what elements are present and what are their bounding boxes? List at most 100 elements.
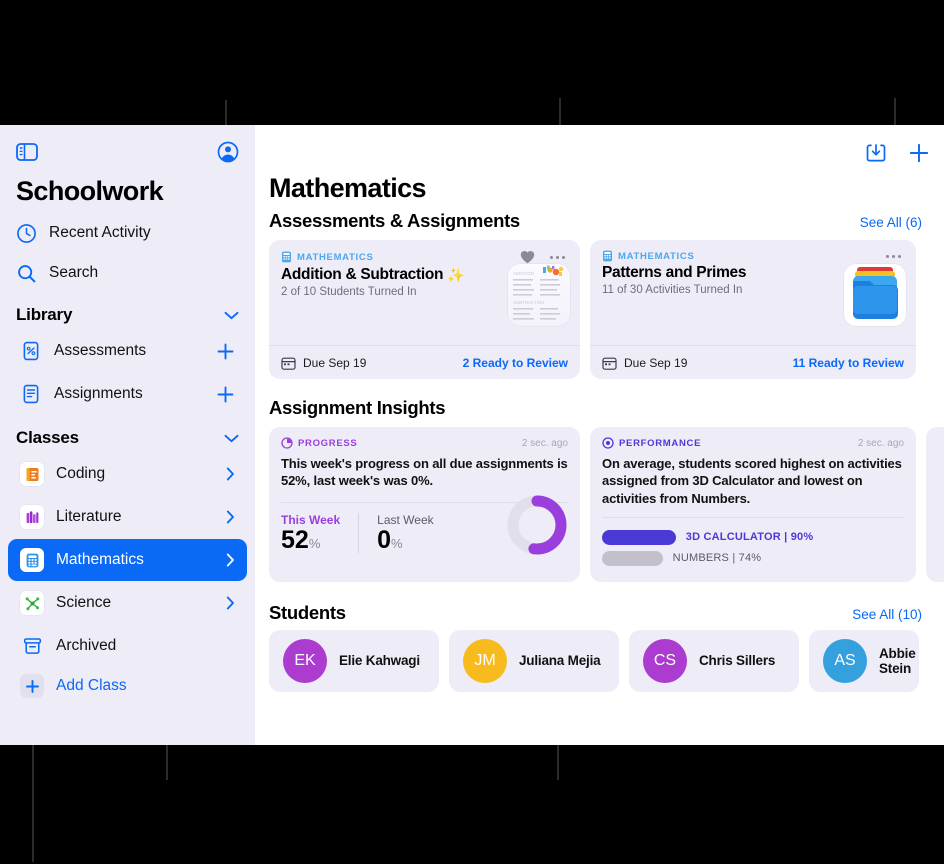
stat-value: 0% bbox=[377, 525, 433, 554]
add-class-label: Add Class bbox=[56, 677, 127, 694]
bar-fill bbox=[602, 529, 676, 545]
avatar: AS bbox=[823, 638, 867, 683]
calculator-small-icon bbox=[602, 250, 613, 262]
bar-value: 90% bbox=[790, 531, 814, 544]
bar-separator: | bbox=[732, 552, 736, 565]
progress-stats: This Week 52% Last Week 0% bbox=[281, 495, 568, 555]
performance-tag-label: PERFORMANCE bbox=[619, 437, 702, 449]
student-name: Juliana Mejia bbox=[519, 653, 601, 669]
progress-circle-icon bbox=[281, 437, 293, 449]
stat-label: Last Week bbox=[377, 512, 434, 527]
sidebar-item-coding[interactable]: Coding bbox=[8, 453, 247, 495]
assignment-card-body: MATHEMATICS Patterns and Primes 11 of 30… bbox=[590, 240, 916, 345]
sidebar-item-science[interactable]: Science bbox=[8, 582, 247, 624]
coding-app-icon bbox=[20, 462, 44, 486]
students-card-row: EK Elie Kahwagi JM Juliana Mejia CS Chri… bbox=[255, 629, 944, 692]
add-class-button[interactable]: Add Class bbox=[8, 668, 247, 704]
student-name: Abbie Stein bbox=[879, 645, 916, 676]
progress-tag-label: PROGRESS bbox=[298, 437, 358, 449]
sidebar-item-label: Recent Activity bbox=[49, 224, 151, 241]
assessments-heading: Assessments & Assignments bbox=[269, 210, 520, 231]
chevron-down-icon[interactable] bbox=[224, 311, 239, 320]
calculator-small-icon bbox=[281, 251, 292, 263]
sidebar-item-search[interactable]: Search bbox=[0, 253, 255, 293]
calculator-app-icon bbox=[20, 548, 44, 572]
sidebar-section-classes[interactable]: Classes bbox=[0, 416, 255, 452]
sidebar: Schoolwork Recent Activity Search Librar… bbox=[0, 125, 255, 745]
card-more-menu-button[interactable] bbox=[547, 253, 568, 262]
bar-separator: | bbox=[784, 531, 788, 544]
clock-icon bbox=[16, 223, 37, 244]
chevron-right-icon[interactable] bbox=[226, 510, 235, 524]
assignment-card[interactable]: MATHEMATICS Addition & Subtraction ✨ 2 o… bbox=[269, 240, 580, 379]
sidebar-section-library[interactable]: Library bbox=[0, 293, 255, 329]
screenshot-stage: Schoolwork Recent Activity Search Librar… bbox=[0, 0, 944, 864]
chevron-down-icon[interactable] bbox=[224, 434, 239, 443]
assignment-card-tagrow: MATHEMATICS bbox=[281, 250, 568, 264]
bar-name: 3D CALCULATOR bbox=[685, 531, 781, 544]
due-date: Due Sep 19 bbox=[281, 356, 366, 370]
chevron-right-icon[interactable] bbox=[226, 596, 235, 610]
assessments-see-all-link[interactable]: See All (6) bbox=[860, 215, 922, 230]
bar-name: NUMBERS bbox=[672, 552, 730, 565]
students-see-all-link[interactable]: See All (10) bbox=[852, 607, 922, 622]
avatar: EK bbox=[283, 638, 327, 683]
assignment-title-text: Addition & Subtraction bbox=[281, 266, 444, 283]
sidebar-item-label: Coding bbox=[56, 465, 106, 482]
sidebar-item-label: Search bbox=[49, 264, 99, 281]
students-section-header: Students See All (10) bbox=[255, 582, 944, 630]
assessments-card-row: MATHEMATICS Addition & Subtraction ✨ 2 o… bbox=[255, 240, 944, 379]
sidebar-item-literature[interactable]: Literature bbox=[8, 496, 247, 538]
insight-timestamp: 2 sec. ago bbox=[521, 437, 568, 449]
page-title: Mathematics bbox=[269, 173, 427, 203]
import-download-icon[interactable] bbox=[866, 143, 886, 164]
bar-row: 3D CALCULATOR | 90% bbox=[602, 529, 904, 545]
divider bbox=[602, 516, 904, 518]
stat-last-week: Last Week 0% bbox=[358, 512, 451, 554]
add-button[interactable] bbox=[908, 142, 930, 164]
assignment-card-footer: Due Sep 19 2 Ready to Review bbox=[269, 345, 580, 379]
student-card[interactable]: AS Abbie Stein bbox=[809, 629, 919, 692]
student-name: Chris Sillers bbox=[699, 653, 776, 669]
chevron-right-icon[interactable] bbox=[226, 553, 235, 567]
chevron-right-icon[interactable] bbox=[226, 467, 235, 481]
bar-row: NUMBERS | 74% bbox=[602, 550, 904, 566]
sidebar-item-label: Assignments bbox=[54, 385, 143, 402]
insight-card-progress[interactable]: PROGRESS 2 sec. ago This week's progress… bbox=[269, 427, 580, 582]
avatar: JM bbox=[463, 638, 507, 683]
favorite-heart-icon[interactable] bbox=[520, 250, 535, 264]
add-assignment-button[interactable] bbox=[216, 385, 235, 404]
card-more-menu-button[interactable] bbox=[883, 252, 904, 261]
student-card[interactable]: JM Juliana Mejia bbox=[449, 629, 619, 692]
section-label: Library bbox=[16, 305, 73, 324]
assignment-card[interactable]: MATHEMATICS Patterns and Primes 11 of 30… bbox=[590, 240, 916, 379]
assignment-card-tagrow: MATHEMATICS bbox=[602, 250, 904, 262]
main-toolbar bbox=[255, 125, 944, 173]
student-card[interactable]: CS Chris Sillers bbox=[629, 629, 799, 692]
insight-card-partial[interactable] bbox=[926, 427, 944, 582]
student-card[interactable]: EK Elie Kahwagi bbox=[269, 629, 439, 692]
stat-number: 0 bbox=[377, 525, 392, 554]
assignment-title-text: Patterns and Primes bbox=[602, 264, 747, 281]
ready-to-review-link[interactable]: 11 Ready to Review bbox=[793, 356, 904, 370]
sidebar-item-assignments[interactable]: Assignments bbox=[8, 373, 247, 415]
sidebar-item-recent-activity[interactable]: Recent Activity bbox=[0, 213, 255, 253]
sidebar-toggle-icon[interactable] bbox=[16, 143, 38, 161]
student-name: Elie Kahwagi bbox=[339, 653, 420, 669]
progress-ring-chart bbox=[506, 494, 568, 561]
add-assessment-button[interactable] bbox=[216, 342, 235, 361]
due-date: Due Sep 19 bbox=[602, 356, 687, 370]
sidebar-item-mathematics[interactable]: Mathematics bbox=[8, 539, 247, 581]
performance-target-icon bbox=[602, 437, 614, 449]
ready-to-review-link[interactable]: 2 Ready to Review bbox=[463, 356, 568, 370]
sidebar-item-assessments[interactable]: Assessments bbox=[8, 330, 247, 372]
percent-sign: % bbox=[308, 535, 321, 551]
percent-sign: % bbox=[391, 535, 403, 551]
sidebar-item-archived[interactable]: Archived bbox=[8, 625, 247, 667]
insight-card-performance[interactable]: PERFORMANCE 2 sec. ago On average, stude… bbox=[590, 427, 916, 582]
due-date-label: Due Sep 19 bbox=[303, 355, 367, 370]
account-circle-icon[interactable] bbox=[217, 141, 239, 163]
due-date-label: Due Sep 19 bbox=[624, 355, 688, 370]
calendar-icon bbox=[281, 356, 296, 370]
assignment-card-body: MATHEMATICS Addition & Subtraction ✨ 2 o… bbox=[269, 240, 580, 345]
